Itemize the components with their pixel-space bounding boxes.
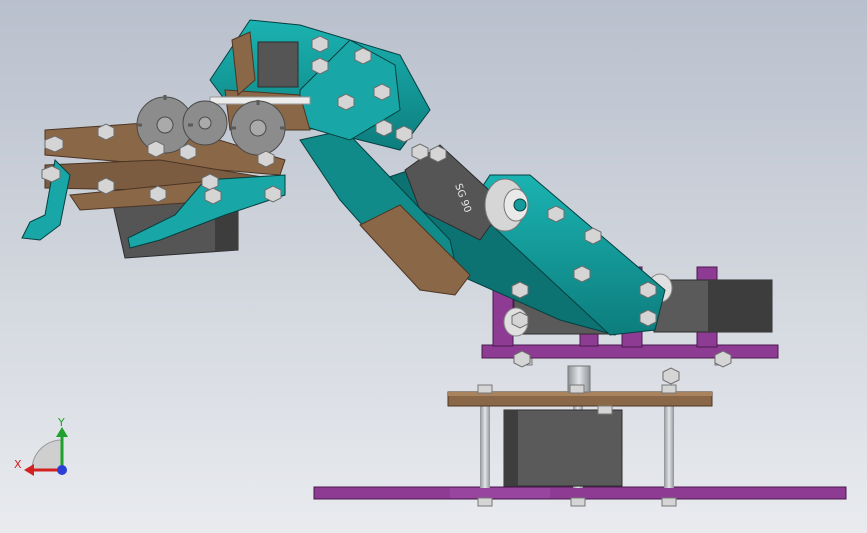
y-axis-label: Y — [57, 416, 65, 429]
robot-arm-model[interactable]: SG 90 Y X — [0, 0, 867, 533]
base-servo — [503, 409, 623, 487]
cad-viewport[interactable]: SG 90 Y X — [0, 0, 867, 533]
bottom-plate — [313, 486, 847, 500]
upper-arm: SG 90 — [299, 129, 666, 336]
wrist-servo — [257, 41, 299, 88]
x-axis-arrow — [24, 464, 34, 476]
z-axis-dot — [57, 465, 67, 475]
gripper — [21, 95, 286, 259]
standoff-1 — [480, 404, 490, 488]
base-assembly — [313, 357, 847, 507]
standoff-3 — [664, 404, 674, 488]
x-axis-label: X — [14, 458, 22, 471]
axis-triad: Y X — [14, 416, 68, 476]
